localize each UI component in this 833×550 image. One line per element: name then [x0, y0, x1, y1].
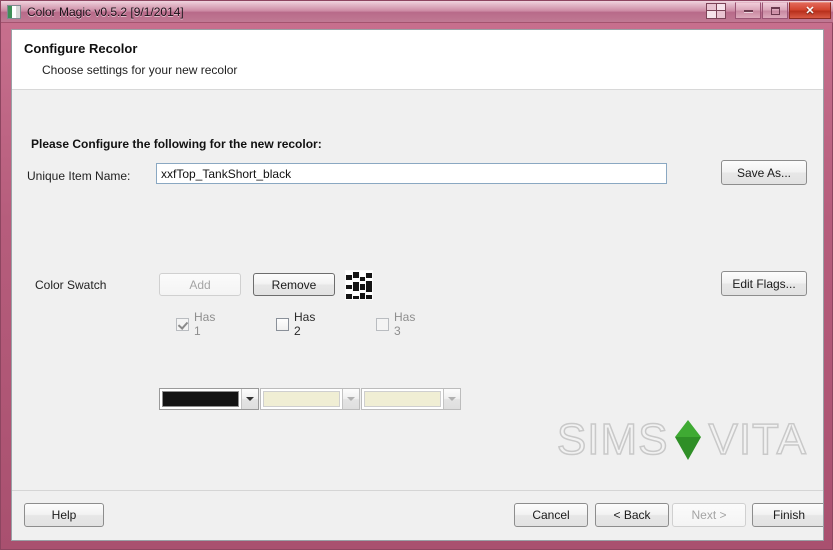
- thumbnail-strip: [346, 271, 352, 299]
- finish-button[interactable]: Finish: [752, 503, 823, 527]
- thumbnail-strip: [366, 271, 372, 299]
- chevron-down-icon[interactable]: [342, 389, 359, 409]
- checkbox-has-2[interactable]: Has 2: [276, 310, 315, 338]
- checkbox-has-1[interactable]: Has 1: [176, 310, 215, 338]
- color-dropdown-3[interactable]: [361, 388, 461, 410]
- next-button[interactable]: Next >: [672, 503, 746, 527]
- watermark-text-left: SIMS: [556, 414, 669, 465]
- checkbox-box-icon: [176, 317, 189, 331]
- unique-item-name-label: Unique Item Name:: [27, 169, 131, 183]
- cancel-button[interactable]: Cancel: [514, 503, 588, 527]
- app-icon: [7, 4, 21, 19]
- checkbox-has-1-label: Has 1: [194, 310, 216, 338]
- plumbob-icon: [675, 420, 702, 460]
- checkbox-box-icon: [276, 317, 289, 331]
- chevron-down-icon[interactable]: [241, 389, 258, 409]
- save-as-button[interactable]: Save As...: [721, 160, 807, 185]
- simsvita-watermark: SIMS VITA: [556, 414, 807, 465]
- color-dropdown-2[interactable]: [260, 388, 360, 410]
- title-bar[interactable]: Color Magic v0.5.2 [9/1/2014] ✕: [1, 1, 833, 23]
- watermark-text-right: VITA: [708, 414, 807, 465]
- checkbox-box-icon: [376, 317, 389, 331]
- page-title: Configure Recolor: [24, 41, 138, 56]
- wizard-header: Configure Recolor Choose settings for yo…: [12, 30, 823, 90]
- remove-swatch-button[interactable]: Remove: [253, 273, 335, 296]
- checkbox-has-3-label: Has 3: [394, 310, 416, 338]
- window-controls: ✕: [706, 2, 831, 19]
- thumbnail-strip: [352, 271, 359, 299]
- wizard-footer: Help Cancel < Back Next > Finish: [12, 490, 823, 540]
- minimize-button[interactable]: [735, 2, 761, 19]
- color-dropdown-1[interactable]: [159, 388, 259, 410]
- aero-squares-icon[interactable]: [706, 2, 726, 19]
- wizard-body: Please Configure the following for the n…: [12, 91, 823, 479]
- unique-item-name-input[interactable]: [156, 163, 667, 184]
- window-title: Color Magic v0.5.2 [9/1/2014]: [27, 4, 184, 19]
- thumbnail-strip: [359, 271, 366, 299]
- client-area: Configure Recolor Choose settings for yo…: [11, 29, 824, 541]
- minimize-icon: [743, 9, 753, 12]
- color-swatch-preview-2: [263, 391, 340, 407]
- color-swatch-label: Color Swatch: [35, 278, 107, 292]
- chevron-down-icon[interactable]: [443, 389, 460, 409]
- section-title: Please Configure the following for the n…: [31, 137, 322, 151]
- application-window: Color Magic v0.5.2 [9/1/2014] ✕ Configur…: [0, 0, 833, 550]
- checkbox-has-3[interactable]: Has 3: [376, 310, 415, 338]
- page-subtitle: Choose settings for your new recolor: [42, 63, 238, 77]
- color-swatch-preview-3: [364, 391, 441, 407]
- help-button[interactable]: Help: [24, 503, 104, 527]
- maximize-icon: [770, 6, 780, 15]
- checkbox-has-2-label: Has 2: [294, 310, 316, 338]
- add-swatch-button[interactable]: Add: [159, 273, 241, 296]
- back-button[interactable]: < Back: [595, 503, 669, 527]
- edit-flags-button[interactable]: Edit Flags...: [721, 271, 807, 296]
- swatch-strips-thumbnail-icon: [345, 270, 373, 300]
- close-button[interactable]: ✕: [789, 2, 831, 19]
- maximize-button[interactable]: [762, 2, 788, 19]
- color-swatch-preview-1: [162, 391, 239, 407]
